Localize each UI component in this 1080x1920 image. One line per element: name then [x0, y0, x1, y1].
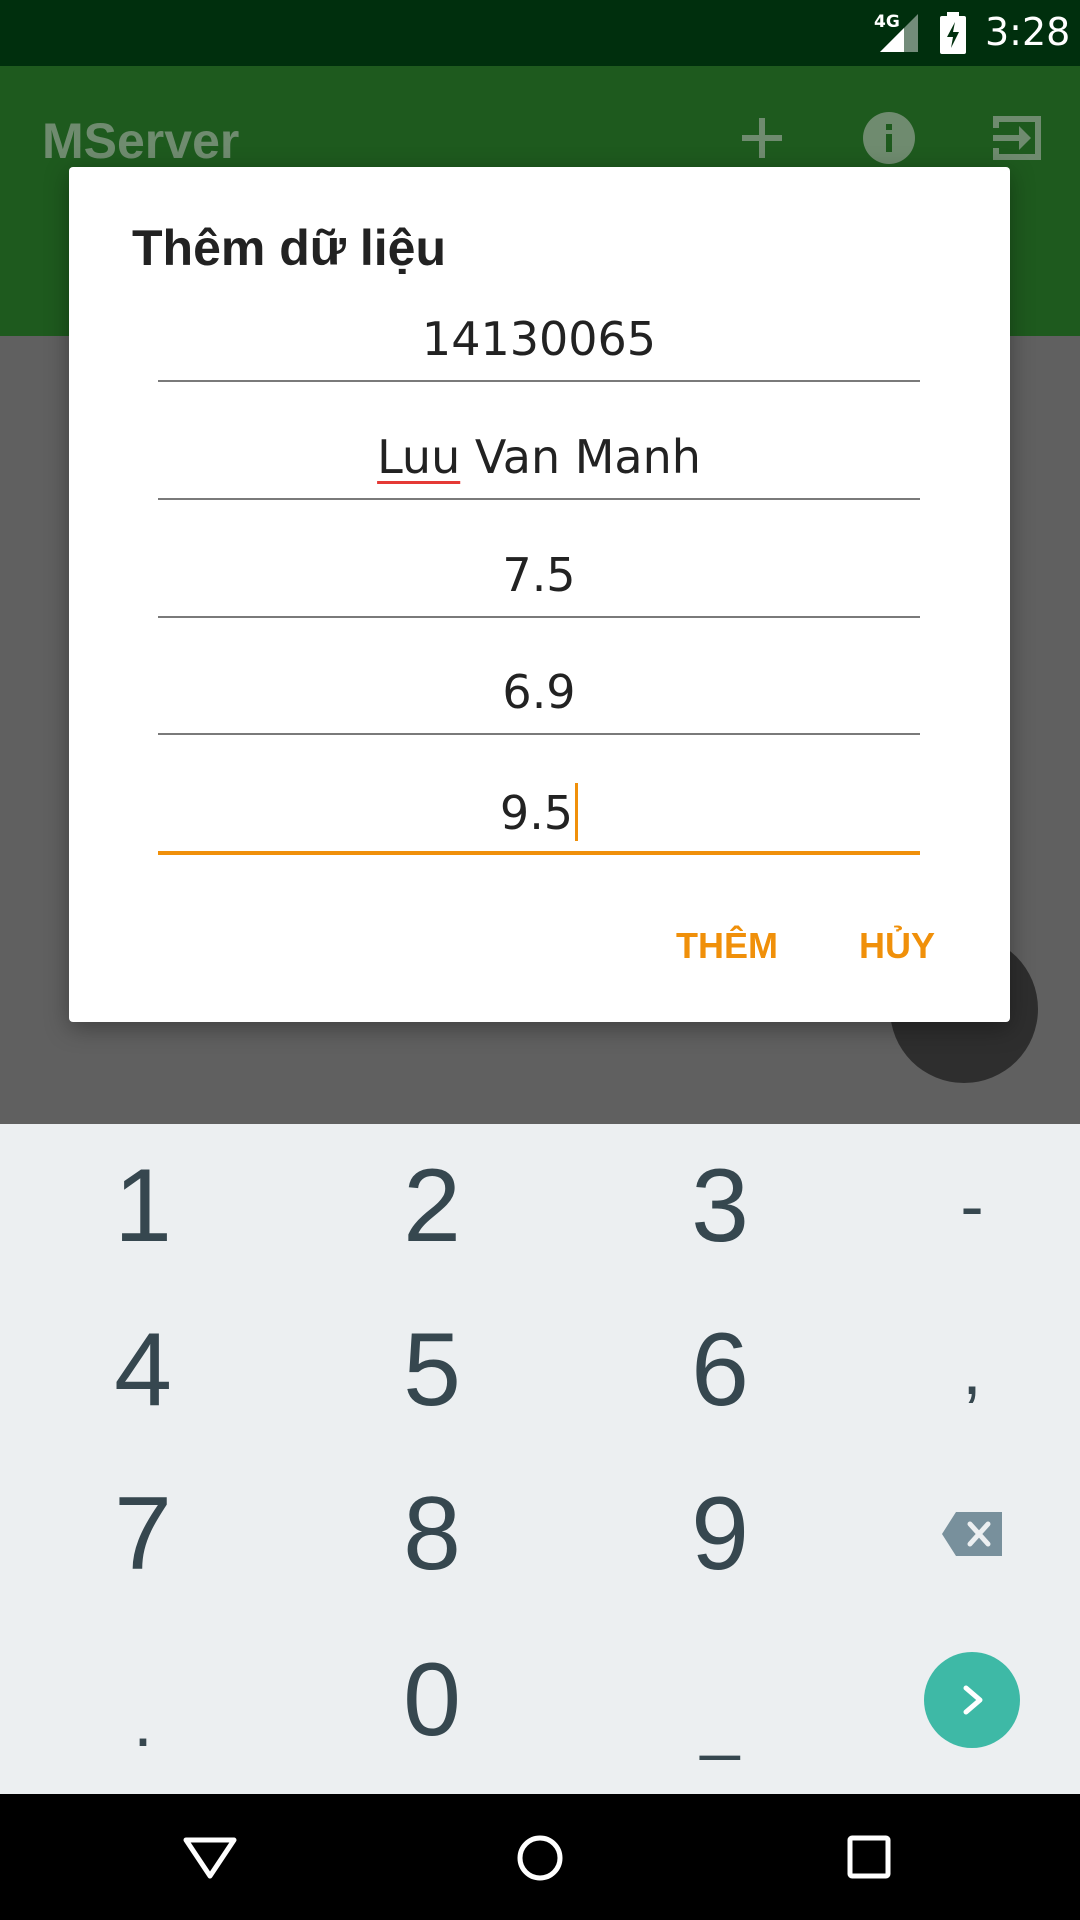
key-underscore[interactable]: _ — [585, 1640, 855, 1805]
exit-icon[interactable] — [985, 106, 1049, 170]
score-3-value: 9.5 — [158, 783, 920, 841]
key-4[interactable]: 4 — [8, 1288, 278, 1453]
misspelled-word: Luu — [377, 430, 461, 484]
score-2-field[interactable]: 6.9 — [158, 663, 920, 735]
key-comma[interactable]: , — [837, 1288, 1080, 1453]
name-value: Luu Van Manh — [158, 430, 920, 484]
score-1-field[interactable]: 7.5 — [158, 546, 920, 618]
backspace-icon[interactable] — [940, 1510, 1004, 1558]
add-icon[interactable] — [730, 106, 794, 170]
battery-charging-icon — [940, 12, 966, 54]
key-3[interactable]: 3 — [585, 1124, 855, 1289]
key-9[interactable]: 9 — [585, 1452, 855, 1617]
key-5[interactable]: 5 — [297, 1288, 567, 1453]
add-button[interactable]: THÊM — [676, 925, 778, 967]
key-period[interactable]: . — [8, 1640, 278, 1805]
clock: 3:28 — [985, 10, 1071, 54]
add-data-dialog: Thêm dữ liệu 14130065 Luu Van Manh 7.5 6… — [69, 167, 1010, 1022]
recents-icon[interactable] — [846, 1834, 892, 1880]
student-id-field[interactable]: 14130065 — [158, 310, 920, 382]
name-value-rest: Van Manh — [460, 430, 701, 484]
key-6[interactable]: 6 — [585, 1288, 855, 1453]
key-minus[interactable]: - — [837, 1124, 1080, 1289]
student-id-value: 14130065 — [421, 312, 657, 366]
score-3-field[interactable]: 9.5 — [158, 781, 920, 855]
key-0[interactable]: 0 — [297, 1618, 567, 1783]
score-3-text: 9.5 — [499, 786, 574, 840]
home-icon[interactable] — [516, 1834, 564, 1882]
info-icon[interactable] — [857, 106, 921, 170]
back-icon[interactable] — [180, 1834, 240, 1880]
key-8[interactable]: 8 — [297, 1452, 567, 1617]
dialog-title: Thêm dữ liệu — [132, 220, 447, 276]
navigation-bar — [0, 1794, 1080, 1920]
text-cursor — [575, 783, 579, 841]
signal-icon — [880, 14, 918, 52]
name-field[interactable]: Luu Van Manh — [158, 428, 920, 500]
score-2-value: 6.9 — [502, 665, 576, 719]
cancel-button[interactable]: HỦY — [859, 925, 935, 967]
enter-key[interactable] — [924, 1652, 1020, 1748]
key-7[interactable]: 7 — [8, 1452, 278, 1617]
app-title: MServer — [42, 113, 240, 169]
key-2[interactable]: 2 — [297, 1124, 567, 1289]
status-bar: 4G 3:28 — [0, 0, 1080, 66]
score-1-value: 7.5 — [502, 548, 576, 602]
key-1[interactable]: 1 — [8, 1124, 278, 1289]
enter-icon — [963, 1685, 983, 1715]
